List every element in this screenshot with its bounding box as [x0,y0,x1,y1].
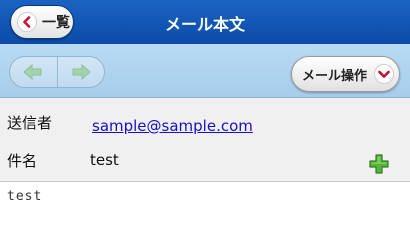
subject-label: 件名 [7,152,38,170]
arrow-right-icon [72,64,91,80]
sender-email-link[interactable]: sample@sample.com [92,117,253,135]
chevron-left-icon [17,12,37,32]
plus-icon [369,154,389,174]
mail-operations-button[interactable]: メール操作 [291,56,400,92]
mail-header-info: 送信者 sample@sample.com 件名 test [0,98,410,182]
subject-value: test [90,151,119,169]
mail-body: test [7,189,43,204]
page-title: メール本文 [164,15,245,34]
chevron-down-icon [374,64,394,84]
previous-mail-button[interactable] [10,57,58,87]
arrow-left-icon [23,64,42,80]
add-button[interactable] [368,153,390,175]
mail-operations-label: メール操作 [302,68,368,84]
back-to-list-button[interactable]: 一覧 [10,5,74,39]
next-mail-button[interactable] [58,57,105,87]
sender-label: 送信者 [7,114,53,132]
prev-next-group [9,56,105,88]
back-button-label: 一覧 [42,15,70,31]
app-header: 一覧 メール本文 [0,0,410,44]
